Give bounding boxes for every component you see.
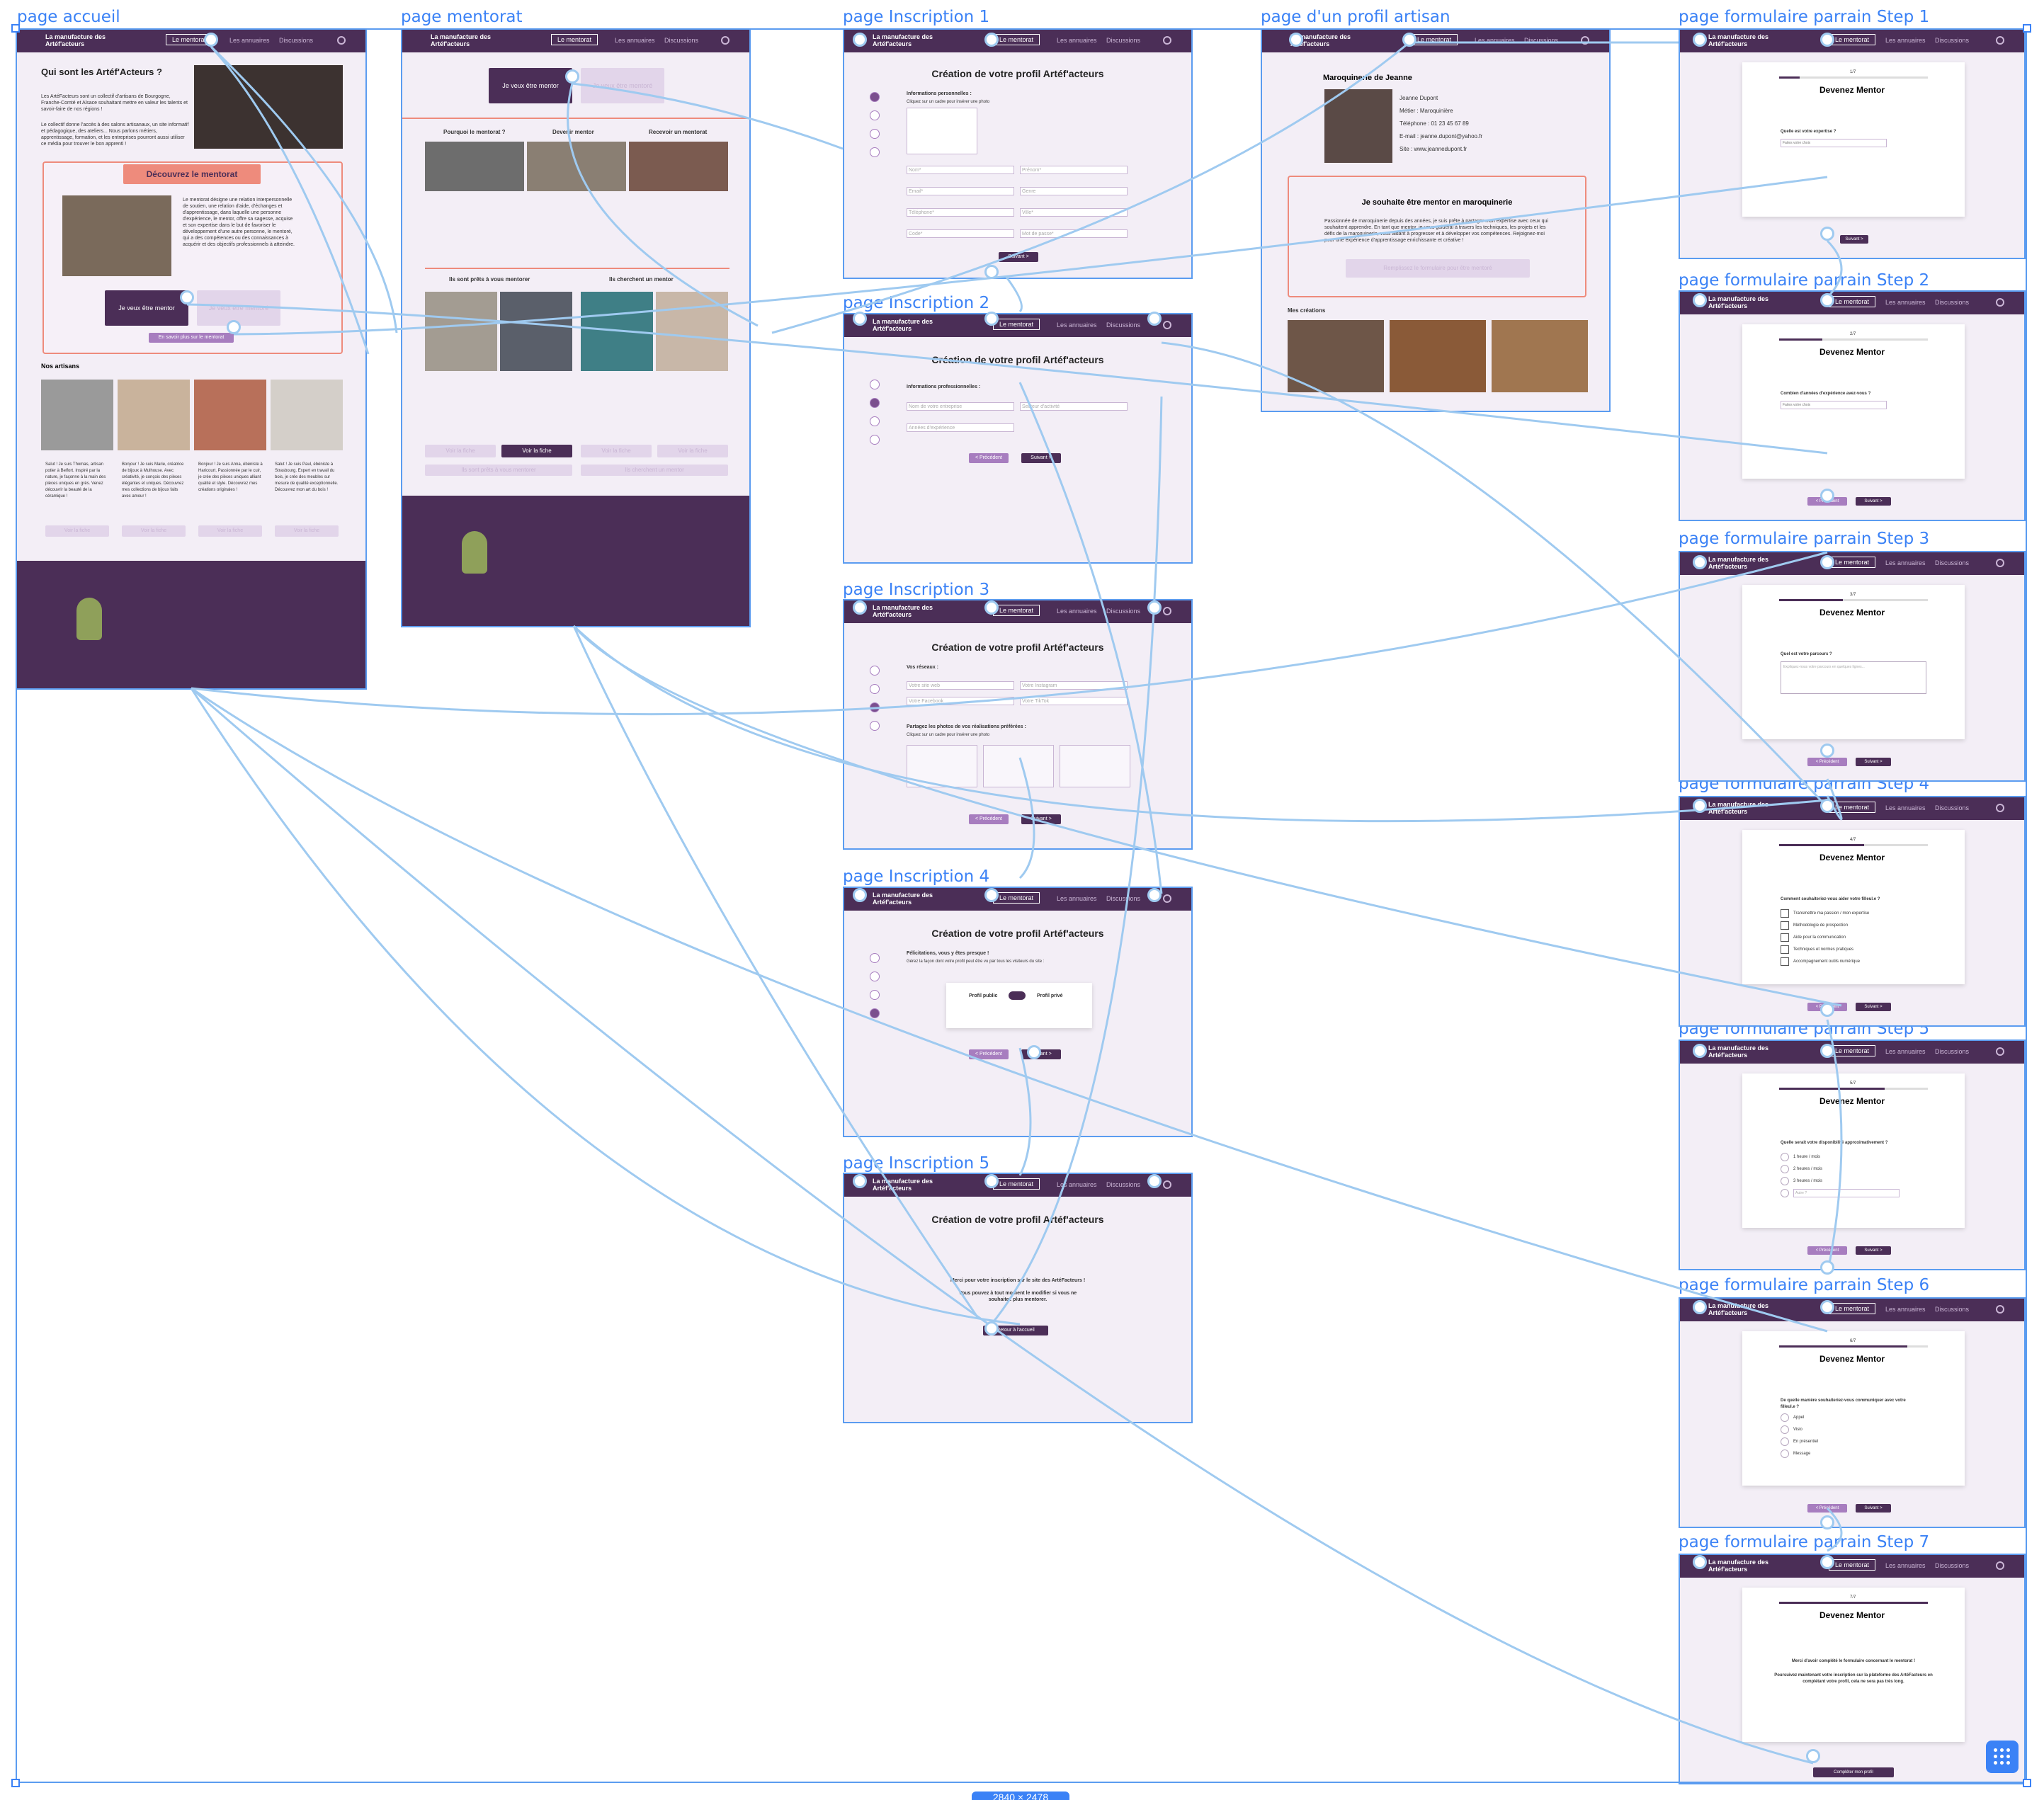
frame-title-step1[interactable]: page formulaire parrain Step 1	[1679, 8, 1929, 26]
frame-title-accueil[interactable]: page accueil	[17, 8, 120, 26]
apps-grid-icon[interactable]	[1986, 1741, 2019, 1773]
selection-border	[16, 28, 2027, 1783]
resize-handle[interactable]	[11, 1779, 20, 1787]
design-canvas: page accueil page mentorat page Inscript…	[0, 0, 2044, 1800]
resize-handle[interactable]	[11, 24, 20, 33]
resize-handle[interactable]	[2023, 24, 2031, 33]
size-badge: 2840 × 2478	[972, 1792, 1069, 1800]
frame-title-inscription1[interactable]: page Inscription 1	[843, 8, 989, 26]
frame-title-mentorat[interactable]: page mentorat	[401, 8, 523, 26]
frame-title-profil[interactable]: page d'un profil artisan	[1261, 8, 1450, 26]
resize-handle[interactable]	[2023, 1779, 2031, 1787]
